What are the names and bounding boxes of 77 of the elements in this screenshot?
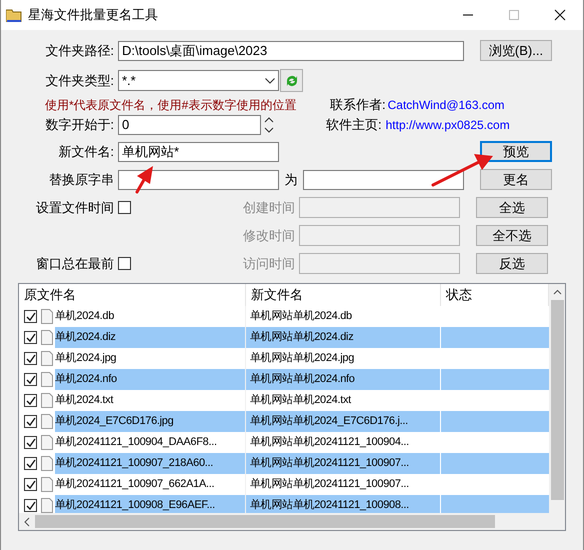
scroll-thumb[interactable] — [35, 515, 495, 528]
table-cell[interactable]: 单机2024_E7C6D176.jpg — [55, 411, 245, 432]
text-field[interactable] — [299, 253, 460, 274]
file-icon — [41, 414, 53, 429]
table-cell[interactable]: 单机20241121_100907_662A1A... — [55, 474, 245, 495]
field-label: 为 — [284, 170, 298, 189]
field-label: 窗口总在最前 — [35, 254, 115, 273]
folder-icon — [6, 8, 22, 22]
file-icon — [41, 309, 53, 324]
action-button[interactable]: 全不选 — [476, 225, 548, 246]
checkbox[interactable] — [24, 457, 37, 470]
field-label: 设置文件时间 — [35, 198, 115, 217]
checkbox[interactable] — [118, 257, 131, 270]
table-cell[interactable]: 单机2024.txt — [55, 390, 245, 411]
file-icon — [41, 435, 53, 450]
vertical-scrollbar[interactable] — [549, 284, 565, 513]
action-button[interactable]: 全选 — [476, 197, 548, 218]
checkbox[interactable] — [24, 331, 37, 344]
refresh-button[interactable] — [280, 69, 303, 92]
checkbox[interactable] — [24, 373, 37, 386]
field-label: 数字开始于: — [44, 116, 115, 134]
text-field[interactable]: D:\tools\桌面\image\2023 — [118, 40, 464, 60]
table-cell[interactable]: 单机2024.diz — [55, 327, 245, 348]
table-cell: 单机网站单机2024_E7C6D176.j... — [246, 411, 441, 432]
action-button[interactable]: 更名 — [480, 169, 552, 190]
homepage-link[interactable]: http://www.px0825.com — [386, 116, 510, 134]
file-icon — [41, 498, 53, 513]
field-label: 文件夹路径: — [44, 42, 115, 60]
text-field[interactable] — [299, 197, 460, 218]
checkbox[interactable] — [24, 415, 37, 428]
window-title: 星海文件批量更名工具 — [28, 6, 158, 24]
table-cell[interactable]: 单机2024.nfo — [55, 369, 245, 390]
checkbox[interactable] — [24, 394, 37, 407]
table-cell[interactable]: 单机20241121_100904_DAA6F8... — [55, 432, 245, 453]
action-button[interactable]: 预览 — [480, 141, 552, 162]
checkbox[interactable] — [24, 310, 37, 323]
field-label: 新文件名: — [57, 142, 115, 161]
table-cell: 单机网站单机2024.nfo — [246, 369, 441, 390]
text-field[interactable]: 单机网站* — [118, 142, 279, 162]
text-field[interactable] — [299, 225, 460, 246]
file-icon — [41, 372, 53, 387]
email-link[interactable]: CatchWind@163.com — [388, 96, 505, 114]
scroll-thumb[interactable] — [550, 300, 564, 500]
field-label: 访问时间 — [242, 254, 296, 273]
file-icon — [41, 393, 53, 408]
table-cell: 单机网站单机20241121_100907... — [246, 453, 441, 474]
file-type-dropdown[interactable]: *.* — [118, 70, 279, 91]
table-cell[interactable]: 单机2024.jpg — [55, 348, 245, 369]
checkbox[interactable] — [24, 478, 37, 491]
checkbox[interactable] — [24, 499, 37, 512]
file-icon — [41, 477, 53, 492]
checkbox[interactable] — [118, 201, 131, 214]
spinner-icon[interactable] — [264, 114, 274, 134]
file-icon — [41, 456, 53, 471]
field-label: 替换原字串 — [48, 170, 115, 189]
chevron-down-icon — [265, 78, 275, 84]
action-button[interactable]: 反选 — [476, 253, 548, 274]
field-label: 修改时间 — [242, 226, 296, 245]
checkbox[interactable] — [24, 436, 37, 449]
annotation-arrow — [432, 154, 493, 186]
field-label: 文件夹类型: — [44, 72, 115, 90]
file-icon — [41, 330, 53, 345]
annotation-arrow — [136, 166, 153, 194]
table-cell[interactable]: 单机2024.db — [55, 306, 245, 327]
field-label: 创建时间 — [242, 198, 296, 217]
text-field[interactable] — [118, 170, 279, 190]
file-icon — [41, 351, 53, 366]
action-button[interactable]: 浏览(B)... — [480, 40, 552, 61]
horizontal-scrollbar[interactable] — [19, 513, 565, 530]
table-cell[interactable]: 单机20241121_100907_218A60... — [55, 453, 245, 474]
text-field[interactable] — [303, 170, 464, 190]
field-label: 软件主页: — [326, 116, 382, 134]
checkbox[interactable] — [24, 352, 37, 365]
field-label: 联系作者: — [330, 96, 386, 114]
text-field[interactable]: 0 — [118, 114, 261, 134]
hint-text: 使用*代表原文件名，使用#表示数字使用的位置 — [44, 96, 298, 114]
table-cell: 单机网站单机2024.diz — [246, 327, 441, 348]
